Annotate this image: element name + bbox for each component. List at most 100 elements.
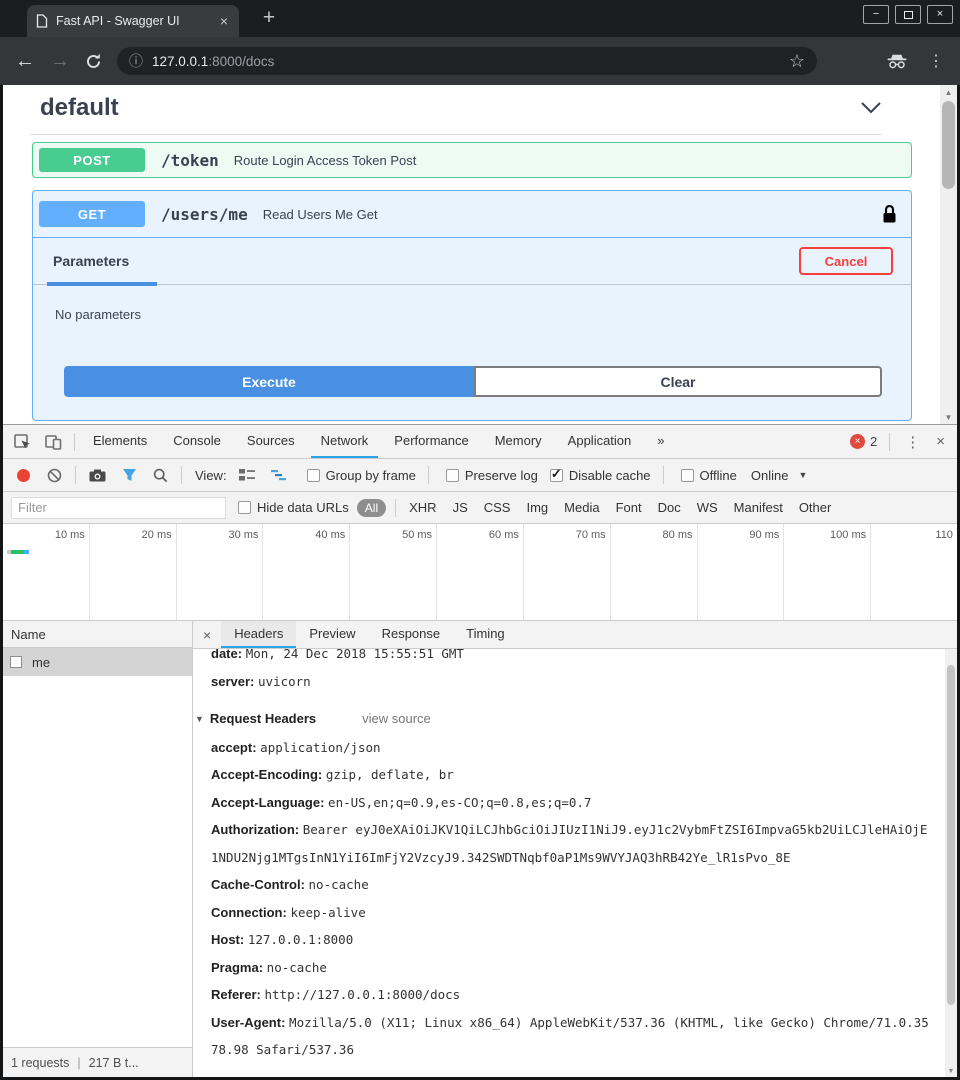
divider	[889, 433, 890, 451]
minimize-button[interactable]: −	[863, 5, 889, 24]
throttling-dropdown-icon[interactable]: ▼	[798, 470, 807, 480]
scrollbar-down-icon[interactable]: ▼	[940, 413, 957, 422]
request-row-me[interactable]: me	[3, 648, 192, 676]
filter-type-media[interactable]: Media	[564, 500, 599, 515]
tab-parameters[interactable]: Parameters	[53, 253, 129, 269]
tab-close-icon[interactable]: ×	[218, 13, 230, 29]
browser-menu-icon[interactable]: ⋮	[928, 51, 944, 71]
timeline-tick: 90 ms	[698, 524, 785, 620]
tab-memory[interactable]: Memory	[485, 425, 552, 458]
record-button[interactable]	[17, 469, 30, 482]
timeline-tick: 20 ms	[90, 524, 177, 620]
view-source-link[interactable]: view source	[362, 711, 431, 726]
scrollbar-down-icon[interactable]: ▼	[945, 1068, 957, 1075]
endpoint-body: Parameters Cancel No parameters Execute …	[33, 237, 911, 322]
throttling-select[interactable]: Online	[751, 468, 789, 483]
divider	[75, 466, 76, 484]
tab-elements[interactable]: Elements	[83, 425, 157, 458]
devtools-close-icon[interactable]: ×	[930, 433, 957, 450]
tab-headers[interactable]: Headers	[221, 621, 296, 648]
close-window-button[interactable]: ×	[927, 5, 953, 24]
headers-scrollbar[interactable]: ▼	[945, 649, 957, 1077]
execute-button[interactable]: Execute	[64, 366, 474, 397]
clear-button[interactable]: Clear	[474, 366, 882, 397]
profile-incognito-icon[interactable]	[886, 54, 908, 69]
tab-sources[interactable]: Sources	[237, 425, 305, 458]
capture-screenshots-icon[interactable]	[81, 469, 114, 482]
inspect-element-icon[interactable]	[7, 434, 38, 450]
header-name: accept	[211, 740, 257, 755]
tabs-overflow-icon[interactable]: »	[647, 425, 674, 458]
filter-input[interactable]	[11, 497, 226, 519]
filter-type-js[interactable]: JS	[453, 500, 468, 515]
tab-network[interactable]: Network	[311, 425, 379, 458]
tab-response[interactable]: Response	[369, 621, 454, 648]
header-name: Authorization	[211, 822, 299, 837]
disable-cache-checkbox[interactable]: ✓	[550, 469, 563, 482]
endpoint-path: /token	[161, 151, 219, 170]
tab-application[interactable]: Application	[558, 425, 642, 458]
filter-type-font[interactable]: Font	[616, 500, 642, 515]
new-tab-button[interactable]: +	[256, 4, 282, 32]
header-name: server	[211, 674, 254, 689]
lock-icon[interactable]	[882, 204, 897, 224]
waterfall-view-icon[interactable]	[263, 469, 295, 481]
tab-title: Fast API - Swagger UI	[56, 14, 218, 28]
hide-data-urls-label: Hide data URLs	[257, 500, 349, 515]
timeline-tick: 80 ms	[611, 524, 698, 620]
search-icon[interactable]	[145, 468, 176, 483]
devtools-menu-icon[interactable]: ⋮	[895, 433, 930, 451]
tab-preview[interactable]: Preview	[296, 621, 368, 648]
url-bar[interactable]: ⓘ 127.0.0.1 :8000/docs ☆	[117, 47, 817, 75]
filter-type-all[interactable]: All	[357, 499, 386, 517]
request-details-tab-bar: × Headers Preview Response Timing	[193, 621, 957, 649]
page-info-icon[interactable]: ⓘ	[129, 51, 143, 71]
filter-type-manifest[interactable]: Manifest	[734, 500, 783, 515]
scrollbar-thumb[interactable]	[947, 665, 955, 1005]
device-toolbar-icon[interactable]	[38, 434, 69, 450]
header-line: date Mon, 24 Dec 2018 15:55:51 GMT	[211, 649, 931, 668]
page-scrollbar[interactable]: ▲ ▼	[940, 85, 957, 425]
chevron-down-icon[interactable]	[860, 101, 882, 119]
forward-icon[interactable]: →	[50, 51, 70, 71]
bookmark-star-icon[interactable]: ☆	[789, 51, 805, 72]
filter-type-css[interactable]: CSS	[484, 500, 511, 515]
filter-type-doc[interactable]: Doc	[658, 500, 681, 515]
page-favicon-icon	[36, 14, 48, 28]
close-details-icon[interactable]: ×	[193, 627, 221, 643]
endpoint-post-token[interactable]: POST /token Route Login Access Token Pos…	[32, 142, 912, 178]
offline-checkbox[interactable]	[681, 469, 694, 482]
preserve-log-checkbox[interactable]	[446, 469, 459, 482]
filter-type-other[interactable]: Other	[799, 500, 832, 515]
reload-icon[interactable]	[85, 53, 102, 70]
maximize-button[interactable]	[895, 5, 921, 24]
back-icon[interactable]: ←	[15, 51, 35, 71]
cancel-button[interactable]: Cancel	[799, 247, 893, 275]
name-column-header[interactable]: Name	[3, 621, 192, 648]
filter-type-ws[interactable]: WS	[697, 500, 718, 515]
method-badge-get: GET	[39, 201, 145, 227]
tab-timing[interactable]: Timing	[453, 621, 518, 648]
requests-list-empty	[3, 676, 192, 1047]
tab-performance[interactable]: Performance	[384, 425, 478, 458]
disable-cache-label: Disable cache	[569, 468, 651, 483]
endpoint-path: /users/me	[161, 205, 248, 224]
disclosure-triangle-icon[interactable]: ▼	[195, 714, 204, 724]
scrollbar-up-icon[interactable]: ▲	[940, 88, 957, 97]
header-name: date	[211, 649, 242, 661]
filter-type-xhr[interactable]: XHR	[409, 500, 436, 515]
network-overview-timeline[interactable]: 10 ms 20 ms 30 ms 40 ms 50 ms 60 ms 70 m…	[3, 524, 957, 621]
scrollbar-thumb[interactable]	[942, 101, 955, 189]
clear-requests-icon[interactable]	[39, 468, 70, 483]
filter-type-img[interactable]: Img	[526, 500, 548, 515]
hide-data-urls-checkbox[interactable]	[238, 501, 251, 514]
headers-pane[interactable]: date Mon, 24 Dec 2018 15:55:51 GMT serve…	[193, 649, 957, 1077]
browser-tab[interactable]: Fast API - Swagger UI ×	[27, 5, 239, 37]
group-by-frame-checkbox[interactable]	[307, 469, 320, 482]
endpoint-header[interactable]: GET /users/me Read Users Me Get	[33, 191, 911, 237]
tab-console[interactable]: Console	[163, 425, 231, 458]
error-badge-icon[interactable]: ×	[850, 434, 865, 449]
request-headers-section[interactable]: ▼Request Headersview source	[195, 705, 931, 734]
list-view-icon[interactable]	[231, 469, 263, 481]
filter-funnel-icon[interactable]	[114, 468, 145, 482]
